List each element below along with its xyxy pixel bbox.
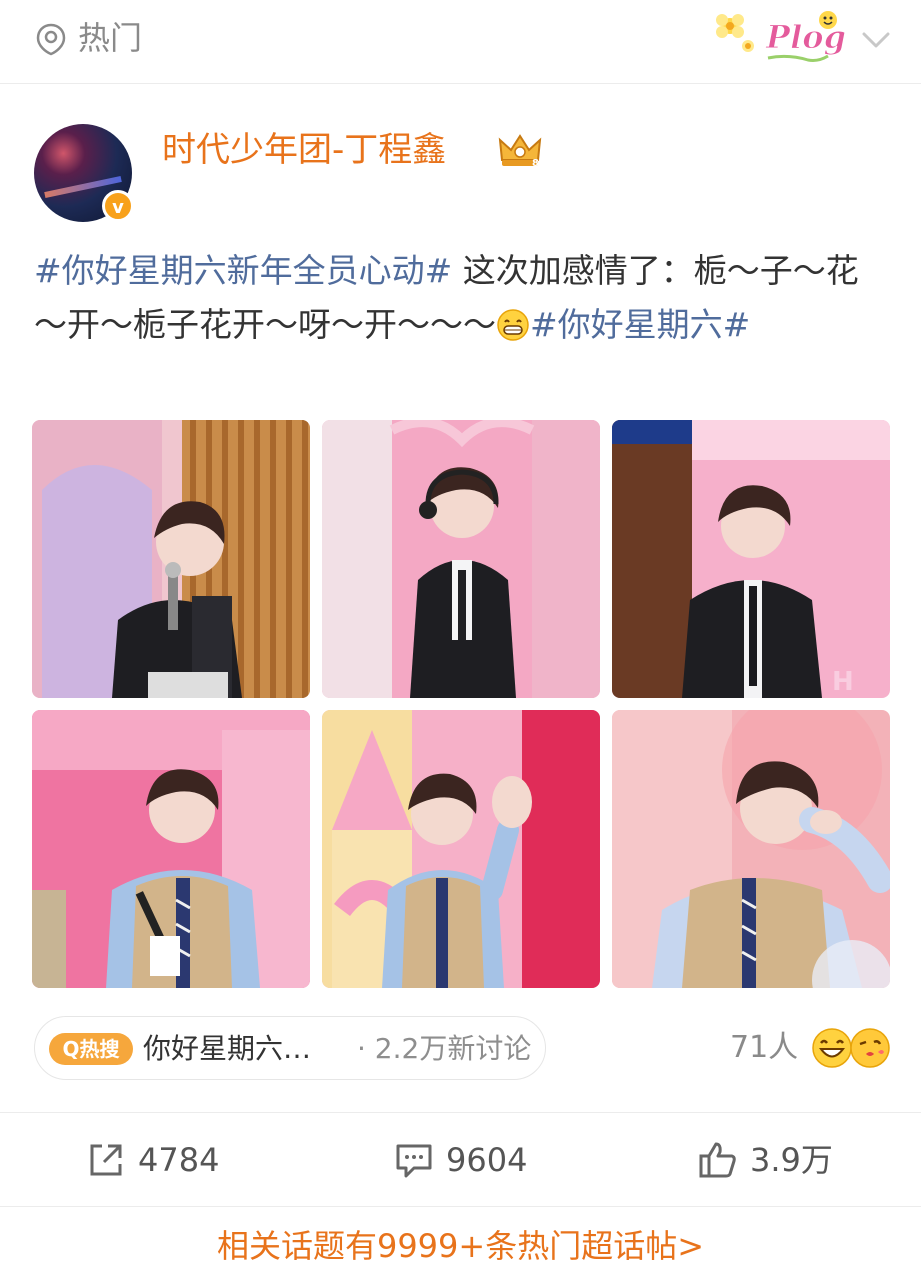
related-topics-link[interactable]: 相关话题有9999+条热门超话帖> xyxy=(0,1222,921,1270)
flower-icon xyxy=(716,14,744,38)
crown-member-icon: 8 xyxy=(498,134,542,169)
photo-2[interactable] xyxy=(322,420,600,698)
svg-text:H: H xyxy=(832,667,854,697)
photo-1[interactable] xyxy=(32,420,310,698)
verified-badge-icon: v xyxy=(102,190,134,222)
grin-emoji-icon xyxy=(497,309,529,341)
thumbs-up-icon xyxy=(699,1142,736,1178)
footer-divider xyxy=(0,1206,921,1207)
chevron-down-icon[interactable] xyxy=(858,22,894,58)
top-bar: 热门 Plog xyxy=(0,0,921,82)
reaction-count[interactable]: 71人 xyxy=(730,1026,798,1070)
plog-sticker: Plog xyxy=(708,4,848,66)
post-text: #你好星期六新年全员心动# 这次加感情了：栀～子～花～开～栀子花开～呀～开～～～… xyxy=(34,244,874,352)
hot-search-discussion: · 2.2万新讨论 xyxy=(357,1032,532,1065)
comment-count: 9604 xyxy=(446,1141,528,1179)
svg-text:8: 8 xyxy=(532,158,539,169)
header-divider xyxy=(0,83,921,84)
photo-5[interactable] xyxy=(322,710,600,988)
comment-icon xyxy=(396,1144,432,1178)
hot-location-icon xyxy=(36,23,66,56)
kiss-emoji-icon[interactable] xyxy=(848,1026,892,1070)
repost-icon xyxy=(90,1144,122,1176)
photo-6[interactable] xyxy=(612,710,890,988)
like-count: 3.9万 xyxy=(750,1141,833,1179)
hot-search-tag: Q热搜 xyxy=(49,1033,133,1065)
photo-4[interactable] xyxy=(32,710,310,988)
photo-3[interactable]: H xyxy=(612,420,890,698)
actions-divider xyxy=(0,1112,921,1113)
repost-count: 4784 xyxy=(138,1141,220,1179)
channel-label[interactable]: 热门 xyxy=(78,16,142,60)
topic-link[interactable]: #你好星期六新年全员心动# xyxy=(34,251,452,290)
author-name[interactable]: 时代少年团-丁程鑫 xyxy=(162,126,446,174)
topic-link-2[interactable]: #你好星期六# xyxy=(530,305,750,344)
photo-grid: H xyxy=(32,420,890,988)
hot-search-pill[interactable]: Q热搜 你好星期六… · 2.2万新讨论 xyxy=(34,1016,546,1080)
hot-search-topic: 你好星期六… xyxy=(143,1032,312,1065)
